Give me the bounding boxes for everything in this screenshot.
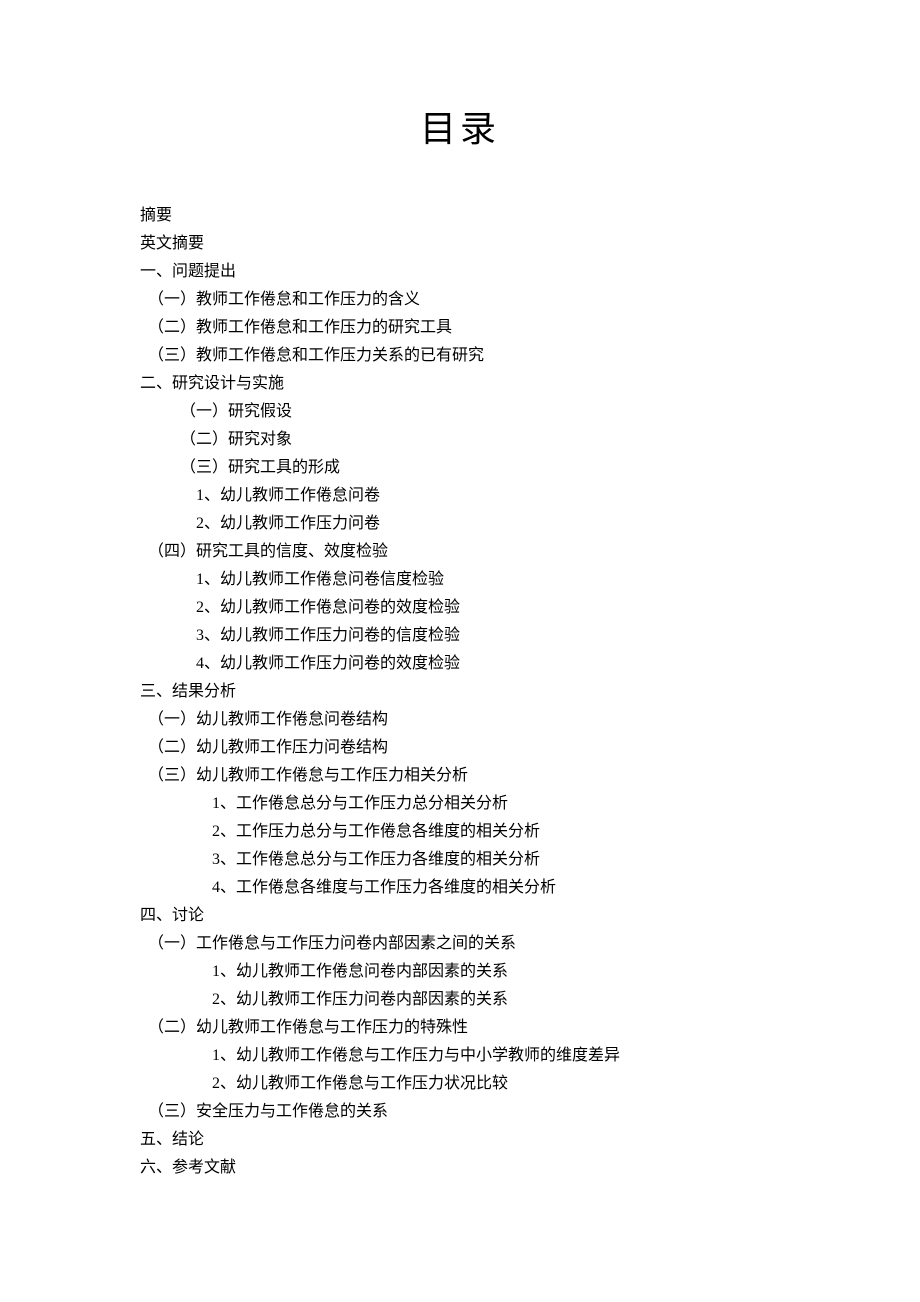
toc-entry: 五、结论: [140, 1126, 780, 1154]
toc-entry: （一）教师工作倦怠和工作压力的含义: [140, 286, 780, 314]
toc-entry: 4、工作倦怠各维度与工作压力各维度的相关分析: [140, 874, 780, 902]
table-of-contents: 摘要英文摘要一、问题提出（一）教师工作倦怠和工作压力的含义（二）教师工作倦怠和工…: [140, 202, 780, 1182]
toc-entry: 四、讨论: [140, 902, 780, 930]
toc-entry: 英文摘要: [140, 230, 780, 258]
toc-entry: （二）幼儿教师工作压力问卷结构: [140, 734, 780, 762]
toc-entry: （三）幼儿教师工作倦怠与工作压力相关分析: [140, 762, 780, 790]
toc-entry: 4、幼儿教师工作压力问卷的效度检验: [140, 650, 780, 678]
toc-entry: 1、幼儿教师工作倦怠问卷: [140, 482, 780, 510]
toc-entry: 2、工作压力总分与工作倦怠各维度的相关分析: [140, 818, 780, 846]
toc-entry: 1、幼儿教师工作倦怠问卷信度检验: [140, 566, 780, 594]
toc-entry: （一）工作倦怠与工作压力问卷内部因素之间的关系: [140, 930, 780, 958]
toc-entry: 2、幼儿教师工作倦怠与工作压力状况比较: [140, 1070, 780, 1098]
toc-entry: 1、幼儿教师工作倦怠与工作压力与中小学教师的维度差异: [140, 1042, 780, 1070]
toc-entry: （三）研究工具的形成: [140, 454, 780, 482]
toc-entry: 三、结果分析: [140, 678, 780, 706]
toc-entry: 1、幼儿教师工作倦怠问卷内部因素的关系: [140, 958, 780, 986]
toc-entry: （二）幼儿教师工作倦怠与工作压力的特殊性: [140, 1014, 780, 1042]
toc-entry: 六、参考文献: [140, 1154, 780, 1182]
toc-entry: 1、工作倦怠总分与工作压力总分相关分析: [140, 790, 780, 818]
toc-entry: （四）研究工具的信度、效度检验: [140, 538, 780, 566]
toc-entry: （二）研究对象: [140, 426, 780, 454]
toc-entry: 二、研究设计与实施: [140, 370, 780, 398]
page-title: 目录: [140, 100, 780, 152]
toc-entry: 3、工作倦怠总分与工作压力各维度的相关分析: [140, 846, 780, 874]
toc-entry: （二）教师工作倦怠和工作压力的研究工具: [140, 314, 780, 342]
toc-entry: （一）研究假设: [140, 398, 780, 426]
toc-entry: （三）安全压力与工作倦怠的关系: [140, 1098, 780, 1126]
toc-entry: 3、幼儿教师工作压力问卷的信度检验: [140, 622, 780, 650]
toc-entry: （三）教师工作倦怠和工作压力关系的已有研究: [140, 342, 780, 370]
toc-entry: 2、幼儿教师工作压力问卷: [140, 510, 780, 538]
toc-entry: 2、幼儿教师工作倦怠问卷的效度检验: [140, 594, 780, 622]
toc-entry: 一、问题提出: [140, 258, 780, 286]
toc-entry: （一）幼儿教师工作倦怠问卷结构: [140, 706, 780, 734]
toc-entry: 摘要: [140, 202, 780, 230]
toc-entry: 2、幼儿教师工作压力问卷内部因素的关系: [140, 986, 780, 1014]
